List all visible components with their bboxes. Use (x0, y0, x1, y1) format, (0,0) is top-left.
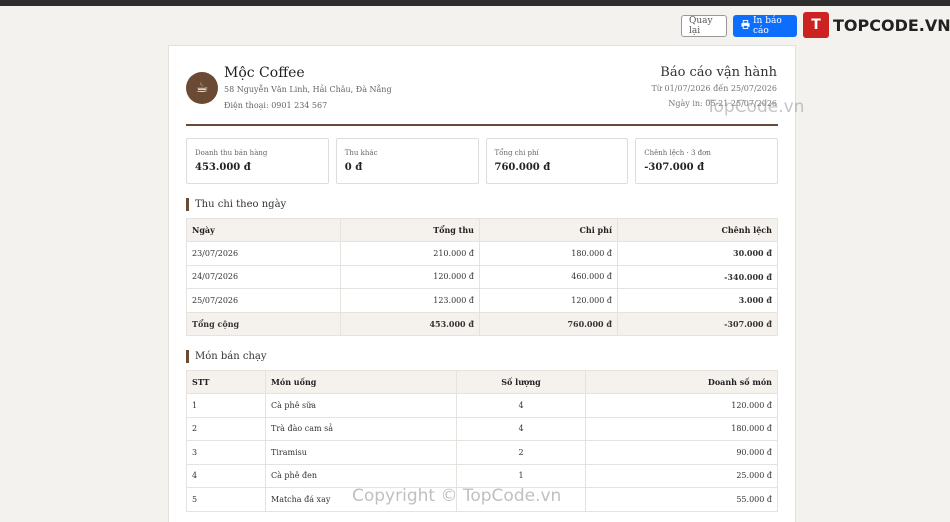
watermark-top: TopCode.vn (706, 97, 805, 117)
cell-item: Trà đào cam sả (265, 416, 457, 441)
printer-icon (741, 20, 750, 32)
cell-index: 5 (186, 487, 266, 512)
cell-date: 23/07/2026 (186, 241, 341, 266)
col-header-date: Ngày (186, 218, 341, 242)
back-button[interactable]: Quay lại (681, 15, 727, 37)
print-report-button[interactable]: In báo cáo (733, 15, 797, 37)
cell-item-sales: 120.000 đ (585, 393, 778, 418)
card-value: 760.000 đ (494, 162, 551, 173)
cell-total-difference: -307.000 đ (617, 311, 778, 336)
card-value: 0 đ (344, 162, 363, 173)
cell-income: 210.000 đ (340, 241, 480, 266)
shop-name: Mộc Coffee (224, 65, 305, 81)
cell-index: 1 (186, 393, 266, 418)
table-row: 25/07/2026 123.000 đ 120.000 đ 3.000 đ (186, 288, 778, 313)
cell-expense: 180.000 đ (479, 241, 618, 266)
table-row: 4 Cà phê đen 1 25.000 đ (186, 463, 778, 488)
cell-quantity: 4 (456, 416, 586, 441)
card-label: Doanh thu bán hàng (195, 149, 268, 157)
summary-cards: Doanh thu bán hàng 453.000 đ Thu khác 0 … (186, 138, 778, 184)
table-total-row: Tổng cộng 453.000 đ 760.000 đ -307.000 đ (186, 311, 778, 336)
card-value: 453.000 đ (195, 162, 251, 173)
report-title: Báo cáo vận hành (660, 65, 777, 80)
col-header-quantity: Số lượng (456, 370, 586, 394)
cell-item-sales: 180.000 đ (585, 416, 778, 441)
section-title-top-items: Món bán chạy (186, 350, 267, 363)
summary-card-revenue: Doanh thu bán hàng 453.000 đ (186, 138, 329, 184)
col-header-income: Tổng thu (340, 218, 480, 242)
card-value: -307.000 đ (644, 162, 705, 173)
table-header-row: STT Món uống Số lượng Doanh số món (186, 370, 778, 394)
cell-income: 123.000 đ (340, 288, 480, 313)
cell-item-sales: 90.000 đ (585, 440, 778, 465)
cell-total-label: Tổng cộng (186, 311, 341, 336)
card-label: Thu khác (344, 149, 378, 157)
col-header-difference: Chênh lệch (617, 218, 778, 242)
card-label: Chênh lệch · 3 đơn (644, 149, 711, 157)
report-sheet: ☕ Mộc Coffee 58 Nguyễn Văn Linh, Hải Châ… (168, 45, 796, 522)
cell-difference: -340.000 đ (617, 264, 778, 289)
cell-item-sales: 25.000 đ (585, 463, 778, 488)
toolbar: Quay lại In báo cáo (681, 15, 797, 37)
table-row: 2 Trà đào cam sả 4 180.000 đ (186, 416, 778, 441)
table-row: 3 Tiramisu 2 90.000 đ (186, 440, 778, 465)
back-label: Quay lại (689, 16, 713, 36)
cell-index: 3 (186, 440, 266, 465)
table-header-row: Ngày Tổng thu Chi phí Chênh lệch (186, 218, 778, 242)
col-header-expense: Chi phí (479, 218, 618, 242)
daily-table: Ngày Tổng thu Chi phí Chênh lệch 23/07/2… (186, 218, 778, 336)
brand-logo: T TOPCODE.VN (803, 12, 950, 38)
shop-address: 58 Nguyễn Văn Linh, Hải Châu, Đà Nẵng (224, 85, 392, 94)
cell-item: Tiramisu (265, 440, 457, 465)
table-row: 1 Cà phê sữa 4 120.000 đ (186, 393, 778, 418)
col-header-item-sales: Doanh số món (585, 370, 778, 394)
card-label: Tổng chi phí (494, 149, 539, 157)
summary-card-difference: Chênh lệch · 3 đơn -307.000 đ (635, 138, 778, 184)
header-divider (186, 124, 778, 126)
cell-index: 2 (186, 416, 266, 441)
cell-item: Cà phê đen (265, 463, 457, 488)
print-label: In báo cáo (753, 16, 782, 36)
summary-card-other-income: Thu khác 0 đ (335, 138, 479, 184)
brand-mark: T (803, 12, 829, 38)
cell-difference: 30.000 đ (617, 241, 778, 266)
table-row: 24/07/2026 120.000 đ 460.000 đ -340.000 … (186, 264, 778, 289)
cell-item: Cà phê sữa (265, 393, 457, 418)
coffee-cup-icon: ☕ (186, 72, 218, 104)
cell-quantity: 1 (456, 463, 586, 488)
cell-total-expense: 760.000 đ (479, 311, 618, 336)
cell-total-income: 453.000 đ (340, 311, 480, 336)
top-bar (0, 0, 950, 6)
cell-expense: 460.000 đ (479, 264, 618, 289)
brand-text: TOPCODE.VN (833, 15, 950, 35)
cell-date: 24/07/2026 (186, 264, 341, 289)
cell-date: 25/07/2026 (186, 288, 341, 313)
watermark-bottom: Copyright © TopCode.vn (352, 486, 562, 506)
shop-phone: Điện thoại: 0901 234 567 (224, 101, 328, 110)
summary-card-expenses: Tổng chi phí 760.000 đ (485, 138, 629, 184)
col-header-item: Món uống (265, 370, 457, 394)
cell-quantity: 2 (456, 440, 586, 465)
cell-expense: 120.000 đ (479, 288, 618, 313)
section-title-daily: Thu chi theo ngày (186, 198, 286, 211)
cell-quantity: 4 (456, 393, 586, 418)
cell-difference: 3.000 đ (617, 288, 778, 313)
report-range: Từ 01/07/2026 đến 25/07/2026 (651, 84, 777, 93)
col-header-index: STT (186, 370, 266, 394)
cell-income: 120.000 đ (340, 264, 480, 289)
cell-index: 4 (186, 463, 266, 488)
cell-item-sales: 55.000 đ (585, 487, 778, 512)
table-row: 23/07/2026 210.000 đ 180.000 đ 30.000 đ (186, 241, 778, 266)
